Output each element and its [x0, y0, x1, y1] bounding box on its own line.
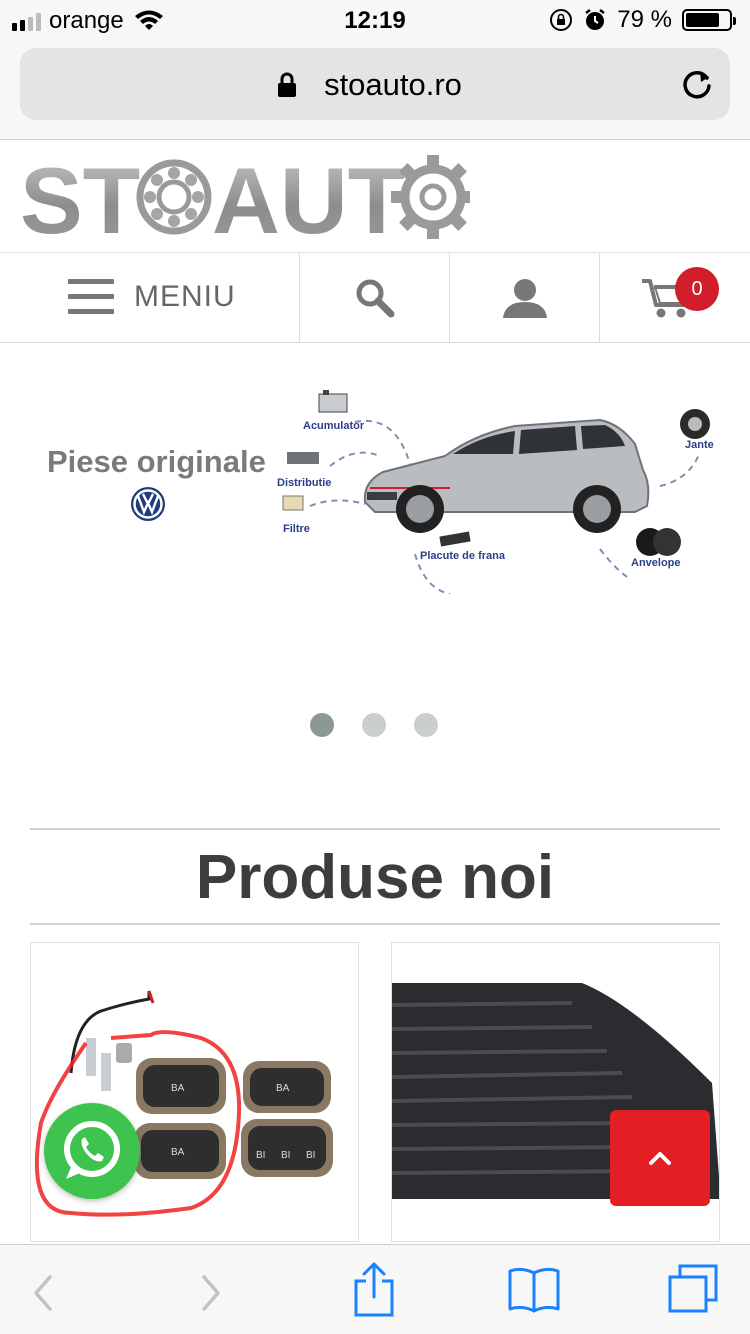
status-bar: orange 12:19 79 % — [0, 0, 750, 40]
tabs-icon[interactable] — [666, 1263, 720, 1315]
svg-text:BI: BI — [306, 1150, 315, 1161]
svg-text:AUT: AUT — [212, 151, 405, 243]
hero-banner[interactable]: Piese originale Acumulator Distributie F… — [0, 344, 750, 604]
search-button[interactable] — [300, 253, 450, 343]
whatsapp-button[interactable] — [44, 1103, 140, 1199]
label-jante: Jante — [685, 439, 714, 451]
cart-button[interactable] — [600, 253, 750, 343]
svg-text:BI: BI — [281, 1150, 290, 1161]
site-header: ST AUT — [0, 141, 750, 253]
label-acumulator: Acumulator — [303, 420, 365, 432]
svg-text:BI: BI — [256, 1150, 265, 1161]
search-icon — [356, 279, 394, 318]
banner-title: Piese originale — [47, 444, 266, 479]
label-distributie: Distributie — [277, 477, 332, 489]
svg-text:BA: BA — [171, 1083, 185, 1094]
address-bar[interactable]: stoauto.ro — [20, 48, 730, 120]
alarm-icon — [585, 9, 606, 30]
rotation-lock-icon — [550, 9, 573, 31]
url-text: stoauto.ro — [324, 67, 462, 102]
svg-text:BA: BA — [171, 1147, 185, 1158]
chevron-up-icon — [649, 1152, 671, 1165]
battery-percent: 79 % — [617, 6, 672, 33]
battery-icon — [682, 9, 736, 31]
section-divider-top — [30, 828, 720, 830]
share-icon[interactable] — [352, 1261, 396, 1317]
vw-logo — [131, 487, 165, 521]
scroll-top-button[interactable] — [610, 1110, 710, 1206]
label-placute: Placute de frana — [420, 550, 505, 562]
carousel-dots — [310, 713, 438, 737]
status-right: 79 % — [549, 6, 736, 34]
label-anvelope: Anvelope — [631, 557, 681, 569]
carousel-dot[interactable] — [414, 713, 438, 737]
back-icon[interactable] — [30, 1273, 56, 1313]
section-title: Produse noi — [195, 843, 555, 912]
carousel-dot[interactable] — [310, 713, 334, 737]
svg-text:ST: ST — [20, 151, 140, 243]
reload-icon[interactable] — [680, 66, 714, 102]
whatsapp-icon — [64, 1121, 120, 1179]
section-divider-bottom — [30, 923, 720, 925]
main-nav: MENIU — [0, 253, 750, 343]
user-icon — [502, 279, 547, 318]
label-filtre: Filtre — [283, 523, 310, 535]
site-logo[interactable]: ST AUT — [20, 151, 470, 243]
svg-text:BA: BA — [276, 1083, 290, 1094]
account-button[interactable] — [450, 253, 600, 343]
browser-address-area: stoauto.ro — [0, 40, 750, 140]
menu-button[interactable]: MENIU — [0, 253, 300, 343]
cart-count-badge: 0 — [675, 267, 719, 311]
carousel-dot[interactable] — [362, 713, 386, 737]
hamburger-icon — [68, 279, 114, 324]
bookmarks-icon[interactable] — [506, 1265, 562, 1315]
menu-label: MENIU — [134, 280, 236, 313]
browser-toolbar — [0, 1244, 750, 1334]
forward-icon[interactable] — [198, 1273, 224, 1313]
